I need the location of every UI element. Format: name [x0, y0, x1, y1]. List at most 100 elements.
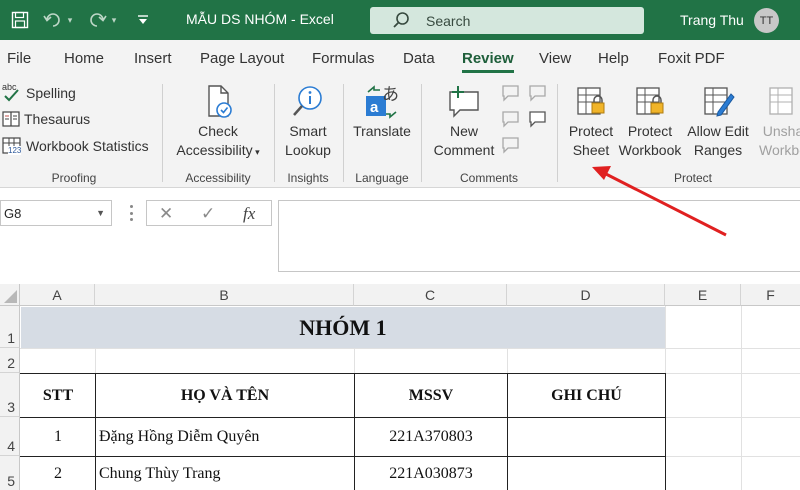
unshare-workbook-line2: Workbo — [759, 142, 800, 158]
cell-note[interactable] — [508, 457, 665, 490]
tab-review[interactable]: Review — [462, 50, 514, 73]
avatar[interactable]: TT — [754, 8, 779, 33]
comments-group-label: Comments — [459, 171, 518, 185]
name-box[interactable]: G8 ▼ — [0, 200, 112, 226]
customize-toolbar-icon[interactable] — [132, 9, 154, 31]
smart-lookup-line1: Smart — [289, 123, 327, 139]
previous-comment-icon[interactable] — [527, 84, 547, 102]
tab-home[interactable]: Home — [64, 50, 104, 67]
next-comment-icon[interactable] — [500, 110, 520, 128]
unshare-workbook-button[interactable]: Unsha Workbo — [753, 84, 800, 160]
delete-comment-icon[interactable] — [500, 84, 520, 102]
save-icon[interactable] — [9, 9, 31, 31]
column-header-a[interactable]: A — [20, 284, 95, 306]
new-comment-icon — [449, 86, 479, 118]
column-header-b[interactable]: B — [95, 284, 354, 306]
allow-edit-ranges-line1: Allow Edit — [687, 123, 749, 139]
proofing-group-label: Proofing — [51, 171, 97, 185]
cell-mssv[interactable]: 221A370803 — [355, 418, 507, 456]
cell-full-name[interactable]: Đặng Hồng Diễm Quyên — [99, 418, 354, 456]
group-separator — [343, 84, 344, 182]
tab-data[interactable]: Data — [403, 50, 435, 67]
new-comment-line2: Comment — [433, 142, 495, 158]
cancel-icon[interactable]: ✕ — [159, 204, 173, 224]
app-name: Excel — [299, 11, 334, 27]
cell-stt[interactable]: 1 — [21, 418, 95, 456]
notes-icon[interactable] — [500, 136, 520, 154]
column-header-c[interactable]: C — [354, 284, 507, 306]
header-full-name[interactable]: HỌ VÀ TÊN — [96, 374, 354, 417]
cell-full-name[interactable]: Chung Thùy Trang — [99, 457, 354, 490]
thesaurus-button[interactable]: Thesaurus — [2, 110, 90, 128]
row-header-2[interactable]: 2 — [0, 348, 20, 373]
header-note[interactable]: GHI CHÚ — [508, 374, 665, 417]
gridline — [354, 348, 355, 373]
group-title-cell[interactable]: NHÓM 1 — [21, 307, 665, 348]
gridline — [95, 348, 96, 373]
protect-sheet-line1: Protect — [568, 123, 614, 139]
undo-icon[interactable] — [42, 9, 64, 31]
cell-note[interactable] — [508, 418, 665, 456]
title-bar: ▾ ▾ MẪU DS NHÓM - Excel Search Trang Thu… — [0, 0, 800, 40]
show-comments-icon[interactable] — [527, 110, 547, 128]
check-accessibility-button[interactable]: Check Accessibility ▾ — [170, 84, 266, 162]
tab-view[interactable]: View — [539, 50, 571, 67]
row-header-4[interactable]: 4 — [0, 417, 20, 456]
translate-label: Translate — [353, 123, 411, 139]
tab-foxit-pdf[interactable]: Foxit PDF — [658, 50, 725, 67]
group-separator — [274, 84, 275, 182]
statistics-icon: 123 — [2, 137, 22, 155]
title-separator: - — [291, 11, 300, 27]
cell-mssv[interactable]: 221A030873 — [355, 457, 507, 490]
tab-file[interactable]: File — [7, 50, 31, 67]
search-icon — [393, 12, 409, 28]
new-comment-button[interactable]: New Comment — [428, 84, 500, 160]
formula-input[interactable] — [278, 200, 800, 272]
tab-formulas[interactable]: Formulas — [312, 50, 375, 67]
redo-icon[interactable] — [86, 9, 108, 31]
gridline — [20, 348, 800, 349]
header-mssv[interactable]: MSSV — [355, 374, 507, 417]
undo-dropdown-icon[interactable]: ▾ — [64, 9, 76, 31]
user-name[interactable]: Trang Thu — [680, 12, 744, 28]
worksheet-grid: A B C D E F 1 2 3 4 5 NHÓM 1 STT HỌ VÀ T… — [0, 284, 800, 490]
workbook-statistics-button[interactable]: 123 Workbook Statistics — [2, 137, 149, 155]
spelling-icon: abc — [2, 82, 22, 103]
ribbon-tabs: File Home Insert Page Layout Formulas Da… — [0, 40, 800, 78]
insert-function-icon[interactable]: fx — [243, 204, 255, 224]
gridline — [665, 456, 800, 457]
redo-dropdown-icon[interactable]: ▾ — [108, 9, 120, 31]
row-header-1[interactable]: 1 — [0, 306, 20, 348]
tab-page-layout[interactable]: Page Layout — [200, 50, 284, 67]
svg-text:あ: あ — [382, 85, 399, 105]
gridline — [507, 348, 508, 373]
search-box[interactable]: Search — [370, 7, 644, 34]
spelling-button[interactable]: abc Spelling — [2, 82, 76, 103]
protect-workbook-button[interactable]: Protect Workbook — [616, 84, 684, 160]
document-title: MẪU DS NHÓM - Excel — [186, 11, 334, 27]
row-header-5[interactable]: 5 — [0, 456, 20, 490]
tab-help[interactable]: Help — [598, 50, 629, 67]
spelling-label: Spelling — [26, 85, 76, 101]
enter-icon[interactable]: ✓ — [201, 204, 215, 224]
allow-edit-ranges-button[interactable]: Allow Edit Ranges — [683, 84, 753, 160]
table-border — [665, 373, 666, 490]
formula-buttons: ✕ ✓ fx — [146, 200, 272, 226]
formula-bar-grip-icon[interactable] — [130, 205, 134, 221]
thesaurus-label: Thesaurus — [24, 111, 91, 127]
gridline — [665, 373, 800, 374]
translate-button[interactable]: aあ Translate — [350, 84, 414, 141]
column-header-e[interactable]: E — [665, 284, 741, 306]
chevron-down-icon: ▼ — [96, 208, 105, 218]
unshare-workbook-icon — [769, 87, 793, 115]
book-icon — [2, 110, 20, 128]
column-header-d[interactable]: D — [507, 284, 665, 306]
cell-stt[interactable]: 2 — [21, 457, 95, 490]
header-stt[interactable]: STT — [21, 374, 95, 417]
column-header-f[interactable]: F — [741, 284, 800, 306]
select-all-corner[interactable] — [0, 284, 20, 306]
smart-lookup-button[interactable]: Smart Lookup — [280, 84, 336, 160]
tab-insert[interactable]: Insert — [134, 50, 172, 67]
protect-sheet-button[interactable]: Protect Sheet — [563, 84, 619, 160]
row-header-3[interactable]: 3 — [0, 373, 20, 417]
